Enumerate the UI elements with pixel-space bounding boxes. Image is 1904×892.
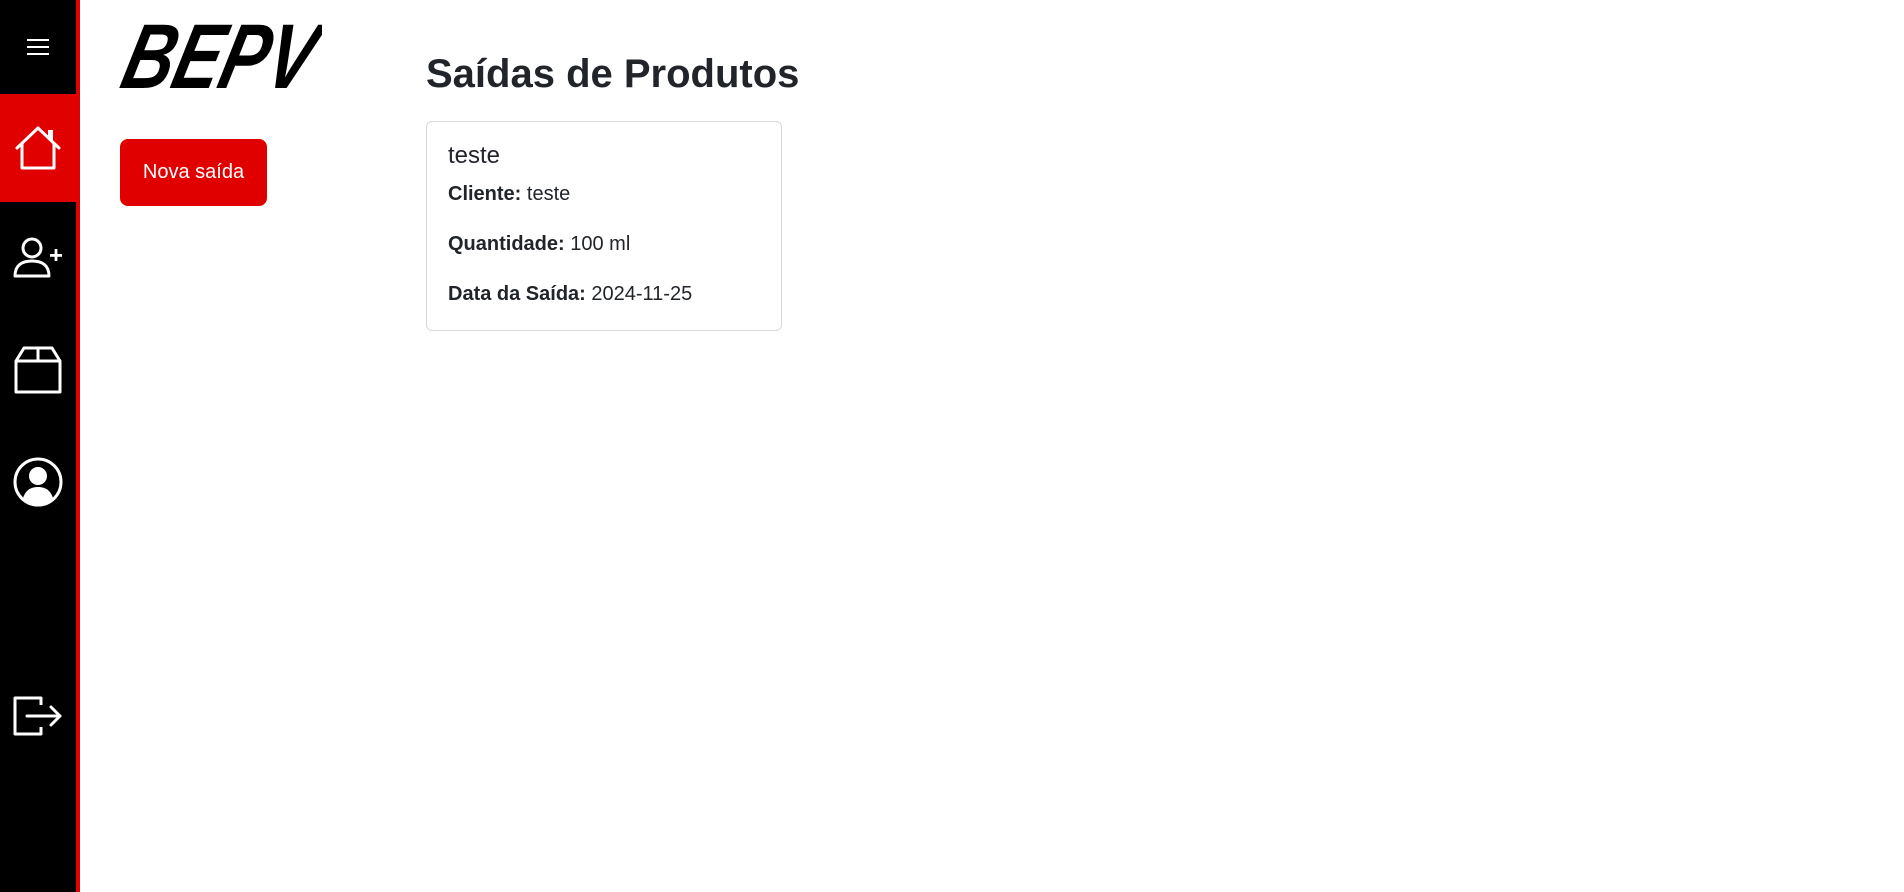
client-row: Cliente: teste <box>448 182 760 206</box>
sidebar-item-home[interactable] <box>0 94 76 202</box>
quantity-label: Quantidade: <box>448 233 565 255</box>
client-value: teste <box>526 183 571 205</box>
card-title: teste <box>448 142 501 169</box>
menu-icon <box>27 39 49 55</box>
sidebar-item-products[interactable] <box>0 314 76 426</box>
product-exit-card: teste Cliente: teste Quantidade: 100 ml … <box>426 121 782 331</box>
logout-icon <box>13 696 62 736</box>
sidebar-item-logout[interactable] <box>0 660 76 772</box>
sidebar <box>0 0 80 892</box>
box-icon <box>14 346 62 394</box>
date-row: Data da Saída: 2024-11-25 <box>448 282 760 306</box>
logo-text: BEPV <box>118 8 322 96</box>
home-icon <box>15 126 61 170</box>
sidebar-menu-toggle[interactable] <box>0 0 76 94</box>
date-value: 2024-11-25 <box>591 283 693 305</box>
brand-logo: BEPV <box>118 8 322 96</box>
profile-icon <box>13 457 63 507</box>
sidebar-item-profile[interactable] <box>0 426 76 538</box>
page-title: Saídas de Produtos <box>426 52 800 96</box>
quantity-row: Quantidade: 100 ml <box>448 232 760 256</box>
sidebar-item-add-client[interactable] <box>0 202 76 314</box>
user-add-icon <box>13 237 62 278</box>
new-exit-button[interactable]: Nova saída <box>120 139 267 206</box>
quantity-value: 100 ml <box>570 233 631 255</box>
date-label: Data da Saída: <box>448 283 586 305</box>
client-label: Cliente: <box>448 183 522 205</box>
